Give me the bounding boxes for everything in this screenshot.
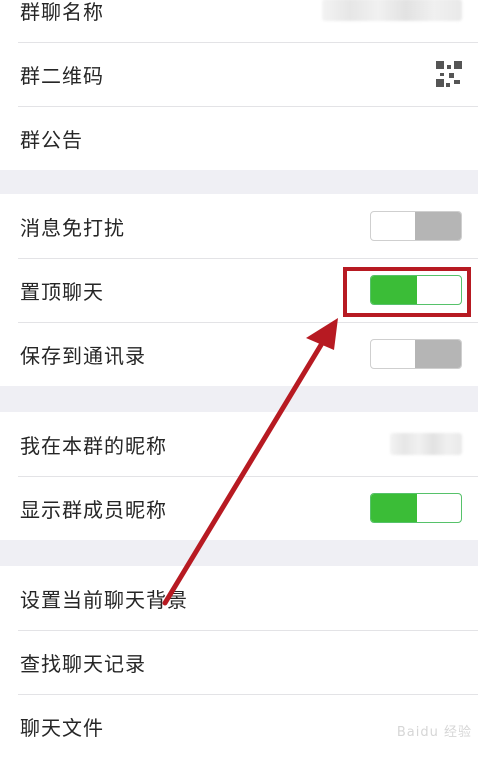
annotation-arrow [162, 318, 338, 606]
group-chat-settings-screen: 群聊名称 群二维码 群公告 消息免打扰 置顶聊天 保存到通讯录 我在本群的昵称 … [0, 0, 478, 758]
watermark: Baidu 经验 [396, 725, 472, 740]
